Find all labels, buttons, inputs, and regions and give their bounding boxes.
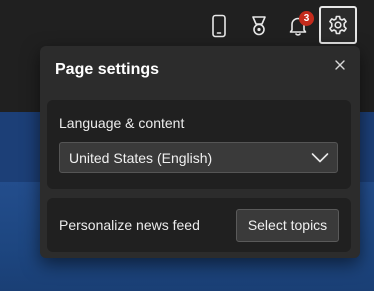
notification-count-badge: 3 bbox=[299, 11, 314, 26]
language-select[interactable]: United States (English) bbox=[59, 142, 338, 173]
settings-button[interactable] bbox=[319, 6, 357, 44]
chevron-down-icon bbox=[311, 153, 329, 163]
personalize-news-label: Personalize news feed bbox=[59, 217, 200, 233]
phone-button[interactable] bbox=[201, 8, 237, 44]
page: 3 Page settings Language & content Unite… bbox=[0, 0, 374, 291]
rewards-button[interactable] bbox=[241, 8, 277, 44]
language-content-label: Language & content bbox=[59, 115, 185, 131]
close-icon bbox=[335, 60, 345, 70]
phone-icon bbox=[212, 14, 226, 38]
close-button[interactable] bbox=[332, 57, 348, 73]
notifications-button[interactable]: 3 bbox=[280, 8, 316, 44]
gear-icon bbox=[329, 15, 347, 35]
language-content-card: Language & content United States (Englis… bbox=[47, 100, 351, 189]
select-topics-button[interactable]: Select topics bbox=[236, 209, 339, 242]
language-select-value: United States (English) bbox=[69, 150, 213, 166]
rewards-trophy-icon bbox=[252, 16, 266, 36]
page-settings-panel: Page settings Language & content United … bbox=[40, 46, 360, 258]
personalize-news-card: Personalize news feed Select topics bbox=[47, 198, 351, 252]
panel-title: Page settings bbox=[55, 61, 160, 78]
